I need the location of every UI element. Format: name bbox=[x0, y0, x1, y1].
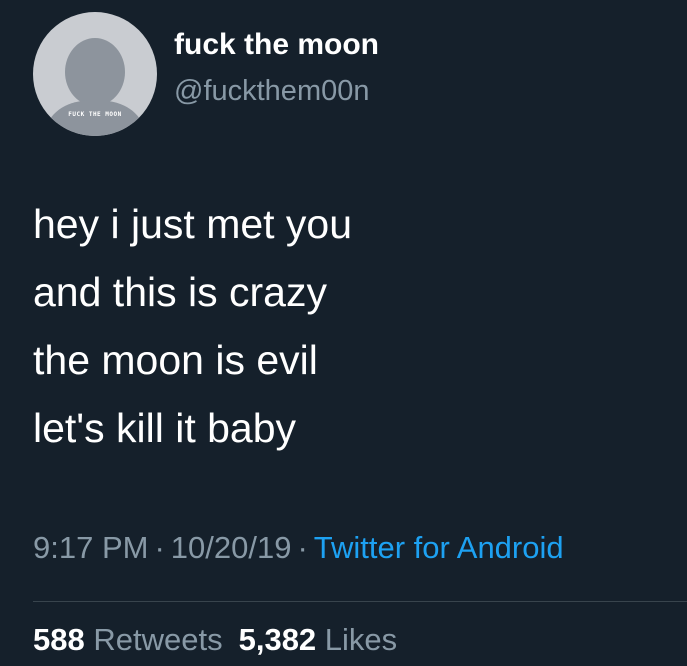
tweet-metadata: 9:17 PM · 10/20/19 · Twitter for Android bbox=[33, 530, 564, 566]
tweet-text-line: let's kill it baby bbox=[33, 405, 297, 451]
retweets-label: Retweets bbox=[93, 622, 223, 657]
tweet-stats: 588 Retweets 5,382 Likes bbox=[33, 622, 413, 658]
retweets-stat[interactable]: 588 Retweets bbox=[33, 622, 239, 657]
avatar[interactable]: FUCK THE MOON bbox=[33, 12, 157, 136]
retweets-count: 588 bbox=[33, 622, 85, 657]
avatar-caption: FUCK THE MOON bbox=[68, 111, 122, 118]
separator: · bbox=[297, 530, 308, 565]
tweet-card: FUCK THE MOON fuck the moon @fuckthem00n… bbox=[0, 0, 687, 666]
separator: · bbox=[154, 530, 165, 565]
likes-count: 5,382 bbox=[238, 622, 317, 657]
likes-label: Likes bbox=[324, 622, 398, 657]
tweet-date[interactable]: 10/20/19 bbox=[171, 530, 292, 565]
tweet-source-link[interactable]: Twitter for Android bbox=[314, 530, 564, 565]
likes-stat[interactable]: 5,382 Likes bbox=[239, 622, 414, 657]
divider bbox=[33, 601, 687, 602]
tweet-text: hey i just met you and this is crazy the… bbox=[33, 190, 673, 462]
tweet-text-line: and this is crazy bbox=[33, 269, 327, 315]
display-name[interactable]: fuck the moon bbox=[174, 28, 379, 62]
tweet-text-line: hey i just met you bbox=[33, 201, 353, 247]
tweet-time[interactable]: 9:17 PM bbox=[33, 530, 148, 565]
tweet-text-line: the moon is evil bbox=[33, 337, 318, 383]
user-handle[interactable]: @fuckthem00n bbox=[174, 75, 369, 108]
